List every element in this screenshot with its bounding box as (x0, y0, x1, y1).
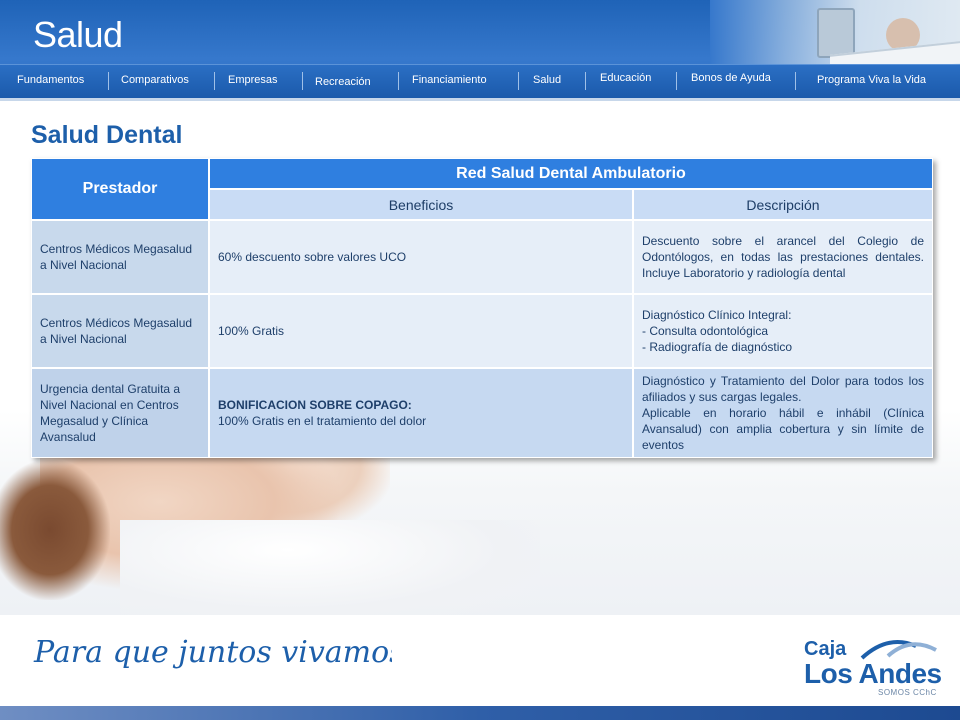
dental-benefits-table: Prestador Red Salud Dental Ambulatorio B… (31, 158, 933, 458)
nav-item-comparativos[interactable]: Comparativos (121, 74, 189, 86)
table-row-1-provider: Centros Médicos Megasalud a Nivel Nacion… (31, 220, 209, 294)
nav-separator (302, 72, 303, 90)
benefits-header: Beneficios (209, 189, 633, 220)
table-row-3-provider: Urgencia dental Gratuita a Nivel Naciona… (31, 368, 209, 458)
nav-separator (676, 72, 677, 90)
page-title: Salud (33, 14, 123, 55)
benefit-text: 100% Gratis (218, 324, 285, 338)
description-line: Diagnóstico Clínico Integral: (642, 308, 792, 322)
table-row-2-description: Diagnóstico Clínico Integral: - Consulta… (633, 294, 933, 368)
nav-separator (214, 72, 215, 90)
description-line: Aplicable en horario hábil e inhábil (Cl… (642, 406, 924, 452)
nav-item-recreacion[interactable]: Recreación (315, 76, 371, 88)
footer-bar (0, 706, 960, 720)
bedsheet-image (120, 520, 540, 615)
nav-item-programa-viva-la-vida[interactable]: Programa Viva la Vida (817, 74, 926, 86)
table-row-1-benefit: 60% descuento sobre valores UCO (209, 220, 633, 294)
description-line: Diagnóstico y Tratamiento del Dolor para… (642, 374, 924, 404)
description-text: Descuento sobre el arancel del Colegio d… (642, 234, 924, 280)
section-title: Salud Dental (31, 121, 183, 149)
logo-los-andes-text: Los Andes (804, 658, 942, 689)
description-line: - Radiografía de diagnóstico (642, 340, 793, 354)
table-row-1-description: Descuento sobre el arancel del Colegio d… (633, 220, 933, 294)
provider-text: Urgencia dental Gratuita a Nivel Naciona… (40, 382, 181, 444)
benefit-text: 60% descuento sobre valores UCO (218, 250, 407, 264)
description-line: - Consulta odontológica (642, 324, 769, 338)
nav-separator (585, 72, 586, 90)
slogan-script: Para que juntos vivamos mejor. (33, 635, 392, 670)
mother-hair-image (0, 460, 110, 600)
logo-tagline: SOMOS CChC (878, 688, 937, 697)
slogan-text: Para que juntos vivamos mejor. (33, 635, 392, 670)
nav-item-bonos-de-ayuda[interactable]: Bonos de Ayuda (691, 72, 771, 84)
benefit-title: BONIFICACION SOBRE COPAGO: (218, 398, 412, 412)
network-header: Red Salud Dental Ambulatorio (209, 158, 933, 189)
table-row-3-description: Diagnóstico y Tratamiento del Dolor para… (633, 368, 933, 458)
nav-separator (518, 72, 519, 90)
caja-los-andes-logo: Caja Los Andes SOMOS CChC (800, 628, 945, 698)
description-header: Descripción (633, 189, 933, 220)
provider-text: Centros Médicos Megasalud a Nivel Nacion… (40, 316, 193, 346)
nav-item-fundamentos[interactable]: Fundamentos (17, 74, 84, 86)
nav-separator (398, 72, 399, 90)
nav-item-educacion[interactable]: Educación (600, 72, 651, 84)
table-row-3-benefit: BONIFICACION SOBRE COPAGO: 100% Gratis e… (209, 368, 633, 458)
nav-separator (108, 72, 109, 90)
main-nav: Fundamentos Comparativos Empresas Recrea… (0, 64, 960, 98)
table-row-2-provider: Centros Médicos Megasalud a Nivel Nacion… (31, 294, 209, 368)
provider-header: Prestador (31, 158, 209, 220)
medical-monitor-image (817, 8, 855, 58)
nav-separator (795, 72, 796, 90)
table-row-2-benefit: 100% Gratis (209, 294, 633, 368)
nav-item-empresas[interactable]: Empresas (228, 74, 278, 86)
nav-item-financiamiento[interactable]: Financiamiento (412, 74, 487, 86)
provider-text: Centros Médicos Megasalud a Nivel Nacion… (40, 242, 193, 272)
benefit-text: 100% Gratis en el tratamiento del dolor (218, 414, 427, 428)
header-divider (0, 98, 960, 101)
nav-item-salud[interactable]: Salud (533, 74, 561, 86)
